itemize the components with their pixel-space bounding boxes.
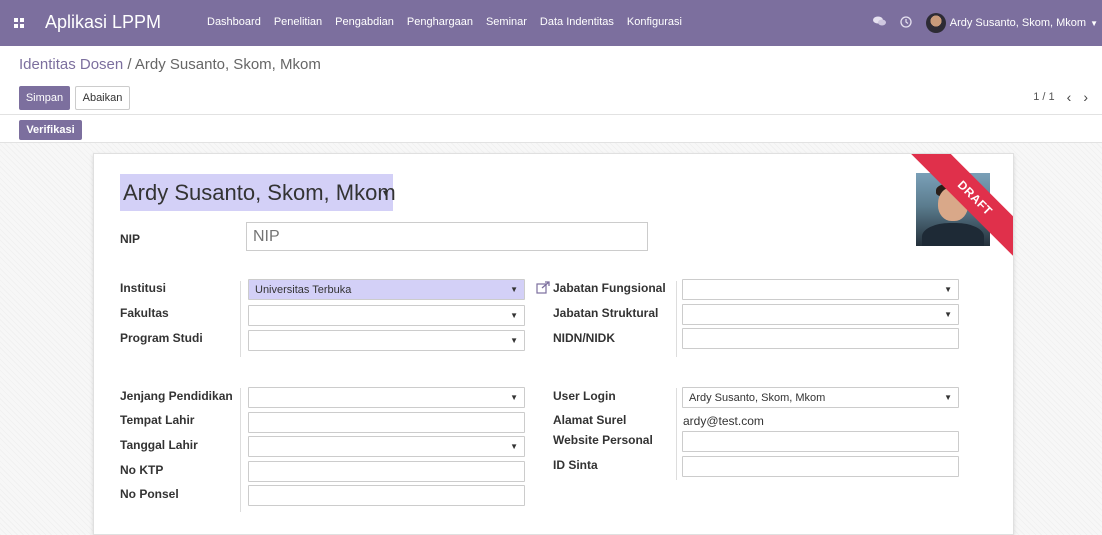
chevron-down-icon: ▼ — [944, 310, 952, 319]
group-divider — [240, 281, 241, 357]
apps-grid-icon[interactable] — [14, 18, 24, 28]
no-ponsel-label: No Ponsel — [120, 487, 179, 501]
nip-label: NIP — [120, 232, 141, 246]
breadcrumb-separator: / — [123, 56, 135, 73]
no-ponsel-input[interactable] — [248, 485, 525, 506]
alamat-surel-label: Alamat Surel — [553, 413, 627, 427]
menu-item-pengabdian[interactable]: Pengabdian — [335, 16, 394, 28]
jabatan-struktural-select[interactable]: ▼ — [682, 304, 959, 325]
status-bar — [0, 114, 1102, 143]
breadcrumb-parent[interactable]: Identitas Dosen — [19, 56, 123, 73]
tanggal-lahir-select[interactable]: ▼ — [248, 436, 525, 457]
jenjang-pendidikan-label: Jenjang Pendidikan — [120, 389, 233, 403]
systray: Ardy Susanto, Skom, Mkom ▼ — [872, 0, 1098, 46]
chevron-left-icon[interactable]: ‹ — [1067, 89, 1072, 105]
nidn-label: NIDN/NIDK — [553, 331, 615, 345]
program-studi-select[interactable]: ▼ — [248, 330, 525, 351]
tempat-lahir-input[interactable] — [248, 412, 525, 433]
menu-item-seminar[interactable]: Seminar — [486, 16, 527, 28]
user-avatar[interactable] — [925, 13, 946, 33]
user-login-select[interactable]: Ardy Susanto, Skom, Mkom ▼ — [682, 387, 959, 408]
breadcrumb: Identitas Dosen / Ardy Susanto, Skom, Mk… — [19, 56, 321, 73]
breadcrumb-current: Ardy Susanto, Skom, Mkom — [134, 56, 321, 73]
discard-button[interactable]: Abaikan — [75, 86, 130, 110]
no-ktp-input[interactable] — [248, 461, 525, 482]
top-navbar: Aplikasi LPPM Dashboard Penelitian Penga… — [0, 0, 1102, 46]
app-brand[interactable]: Aplikasi LPPM — [45, 12, 161, 33]
pager: 1 / 1 ‹ › — [1033, 89, 1088, 105]
chevron-down-icon: ▼ — [381, 188, 390, 198]
institusi-select[interactable]: Universitas Terbuka ▼ — [248, 279, 525, 300]
user-login-value: Ardy Susanto, Skom, Mkom — [689, 392, 826, 404]
chevron-down-icon: ▼ — [510, 336, 518, 345]
program-studi-label: Program Studi — [120, 331, 203, 345]
group-divider — [676, 281, 677, 357]
menu-item-penelitian[interactable]: Penelitian — [274, 16, 322, 28]
menu-item-dashboard[interactable]: Dashboard — [207, 16, 261, 28]
chevron-down-icon: ▼ — [510, 393, 518, 402]
fakultas-label: Fakultas — [120, 306, 169, 320]
fakultas-select[interactable]: ▼ — [248, 305, 525, 326]
jenjang-pendidikan-select[interactable]: ▼ — [248, 387, 525, 408]
group-divider — [676, 388, 677, 480]
chevron-down-icon: ▼ — [944, 393, 952, 402]
form-sheet: Ardy Susanto, Skom, Mkom ▼ DRAFT NIP Ins… — [93, 153, 1014, 535]
jabatan-fungsional-label: Jabatan Fungsional — [553, 281, 666, 295]
clock-icon[interactable] — [900, 15, 912, 31]
nidn-input[interactable] — [682, 328, 959, 349]
chevron-right-icon[interactable]: › — [1083, 89, 1088, 105]
website-personal-label: Website Personal — [553, 433, 653, 447]
institusi-label: Institusi — [120, 281, 167, 295]
website-personal-input[interactable] — [682, 431, 959, 452]
nip-input[interactable] — [246, 222, 648, 251]
tempat-lahir-label: Tempat Lahir — [120, 413, 195, 427]
main-menu: Dashboard Penelitian Pengabdian Pengharg… — [207, 16, 695, 28]
external-link-icon[interactable] — [536, 281, 551, 294]
chevron-down-icon[interactable]: ▼ — [1090, 19, 1098, 28]
alamat-surel-value: ardy@test.com — [683, 414, 764, 428]
verify-button[interactable]: Verifikasi — [19, 120, 82, 140]
chevron-down-icon: ▼ — [510, 311, 518, 320]
group-divider — [240, 388, 241, 512]
menu-item-penghargaan[interactable]: Penghargaan — [407, 16, 473, 28]
jabatan-struktural-label: Jabatan Struktural — [553, 306, 659, 320]
user-menu[interactable]: Ardy Susanto, Skom, Mkom — [950, 17, 1086, 29]
menu-item-konfigurasi[interactable]: Konfigurasi — [627, 16, 682, 28]
pager-value[interactable]: 1 / 1 — [1033, 91, 1054, 103]
id-sinta-label: ID Sinta — [553, 458, 598, 472]
chevron-down-icon: ▼ — [510, 442, 518, 451]
menu-item-data-indentitas[interactable]: Data Indentitas — [540, 16, 614, 28]
save-button[interactable]: Simpan — [19, 86, 70, 110]
chat-icon[interactable] — [872, 16, 886, 30]
name-field-value: Ardy Susanto, Skom, Mkom — [123, 180, 396, 205]
id-sinta-input[interactable] — [682, 456, 959, 477]
user-login-label: User Login — [553, 389, 616, 403]
name-field[interactable]: Ardy Susanto, Skom, Mkom ▼ — [120, 174, 396, 211]
institusi-value: Universitas Terbuka — [255, 284, 352, 296]
no-ktp-label: No KTP — [120, 463, 164, 477]
chevron-down-icon: ▼ — [510, 285, 518, 294]
chevron-down-icon: ▼ — [944, 285, 952, 294]
jabatan-fungsional-select[interactable]: ▼ — [682, 279, 959, 300]
tanggal-lahir-label: Tanggal Lahir — [120, 438, 198, 452]
